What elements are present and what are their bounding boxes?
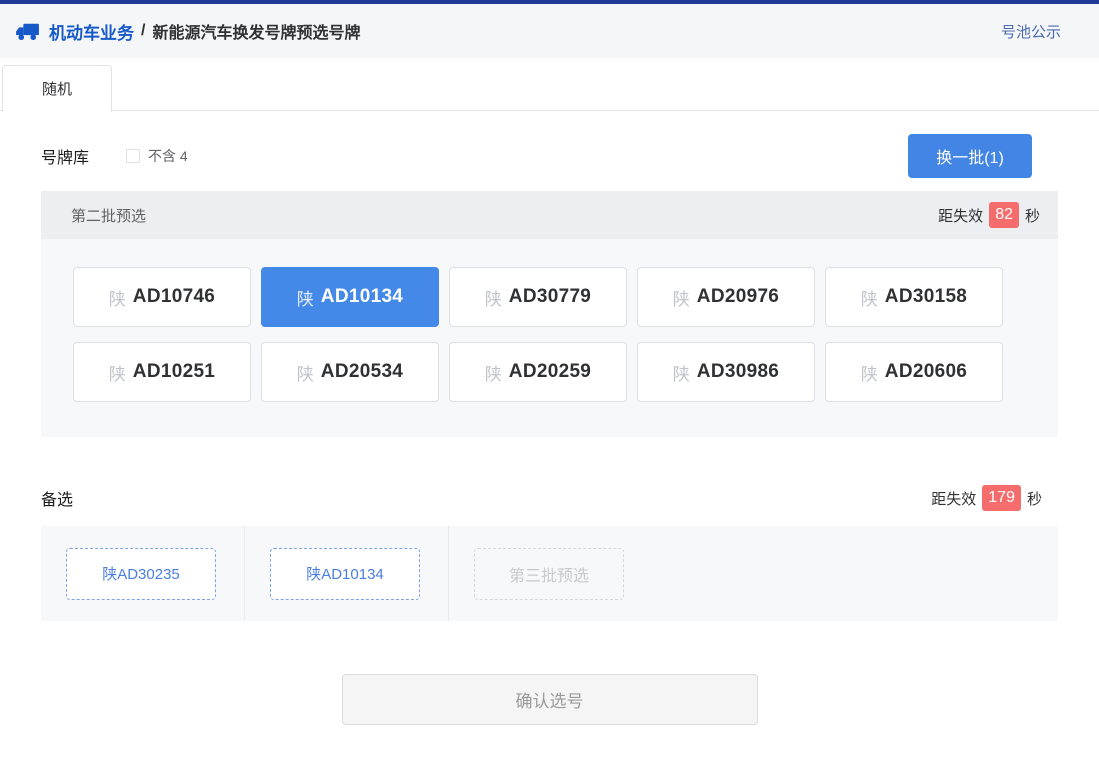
plate-province: 陕 — [860, 289, 878, 309]
plate-number: AD30158 — [884, 286, 968, 307]
expire-prefix: 距失效 — [931, 490, 977, 508]
exclude-4-label: 不含 4 — [148, 148, 188, 164]
plate-option[interactable]: 陕 AD20259 — [449, 342, 627, 402]
plate-number: AD10251 — [132, 361, 216, 382]
pool-title: 号牌库 — [41, 150, 90, 167]
page-title: 新能源汽车换发号牌预选号牌 — [152, 25, 361, 42]
tabs-bar: 随机 — [0, 58, 1099, 112]
plate-option[interactable]: 陕 AD20606 — [825, 342, 1003, 402]
pool-publicity-link[interactable]: 号池公示 — [1001, 21, 1061, 42]
backup-plate-option[interactable]: 陕AD30235 — [66, 547, 216, 600]
exclude-4-checkbox-group[interactable]: 不含 4 — [126, 146, 188, 166]
plate-option[interactable]: 陕 AD20534 — [261, 342, 439, 402]
plate-number: AD20606 — [884, 361, 968, 382]
batch-title: 第二批预选 — [71, 207, 147, 225]
plate-pool-panel: 第二批预选 距失效 82 秒 陕 AD10746 陕 AD10134 陕 AD30779 陕… — [41, 191, 1058, 437]
plate-province: 陕 — [108, 364, 126, 384]
plate-province: 陕 — [484, 364, 502, 384]
plate-number: AD30986 — [696, 361, 780, 382]
backup-panel: 陕AD30235 陕AD10134 第三批预选 — [41, 526, 1058, 621]
backup-expire-countdown: 距失效 179 秒 — [931, 485, 1042, 511]
plate-province: 陕 — [860, 364, 878, 384]
main-content: 号牌库 不含 4 换一批(1) 第二批预选 距失效 82 秒 陕 AD10746 陕… — [0, 134, 1099, 725]
breadcrumb-root[interactable]: 机动车业务 — [49, 19, 134, 44]
plate-option[interactable]: 陕 AD10251 — [73, 342, 251, 402]
expire-suffix: 秒 — [1024, 207, 1040, 225]
backup-slot-cell: 陕AD10134 — [245, 526, 449, 621]
plate-province: 陕 — [484, 289, 502, 309]
tabs-divider — [0, 110, 1099, 111]
plate-grid: 陕 AD10746 陕 AD10134 陕 AD30779 陕 AD20976 陕 AD30158… — [41, 239, 1058, 402]
change-batch-button[interactable]: 换一批(1) — [908, 134, 1032, 178]
plate-number: AD10134 — [320, 286, 404, 307]
plate-number: AD20976 — [696, 286, 780, 307]
confirm-row: 确认选号 — [41, 674, 1058, 725]
confirm-selection-button[interactable]: 确认选号 — [341, 674, 758, 725]
plate-number: AD30779 — [508, 286, 592, 307]
batch-header-bar: 第二批预选 距失效 82 秒 — [41, 191, 1058, 239]
expire-prefix: 距失效 — [938, 207, 984, 225]
plate-province: 陕 — [672, 364, 690, 384]
expire-suffix: 秒 — [1026, 490, 1042, 508]
plate-province: 陕 — [296, 364, 314, 384]
plate-number: AD10746 — [132, 286, 216, 307]
backup-title: 备选 — [41, 492, 74, 509]
plate-province: 陕 — [296, 289, 314, 309]
expire-seconds-badge: 179 — [982, 485, 1021, 511]
backup-plate-option[interactable]: 陕AD10134 — [270, 547, 420, 600]
plate-number: AD20259 — [508, 361, 592, 382]
plate-option[interactable]: 陕 AD30158 — [825, 267, 1003, 327]
backup-batch-placeholder: 第三批预选 — [474, 547, 624, 600]
breadcrumb-separator: / — [141, 22, 146, 39]
plate-option-selected[interactable]: 陕 AD10134 — [261, 267, 439, 327]
plate-option[interactable]: 陕 AD10746 — [73, 267, 251, 327]
pool-header-row: 号牌库 不含 4 换一批(1) — [41, 134, 1058, 178]
backup-slot-cell: 第三批预选 — [449, 526, 653, 621]
tab-random[interactable]: 随机 — [2, 65, 112, 112]
exclude-4-checkbox[interactable] — [126, 149, 141, 163]
plate-option[interactable]: 陕 AD20976 — [637, 267, 815, 327]
plate-province: 陕 — [672, 289, 690, 309]
plate-option[interactable]: 陕 AD30779 — [449, 267, 627, 327]
backup-slot-cell: 陕AD30235 — [41, 526, 245, 621]
truck-icon — [16, 23, 39, 40]
plate-number: AD20534 — [320, 361, 404, 382]
plate-province: 陕 — [108, 289, 126, 309]
pool-expire-countdown: 距失效 82 秒 — [938, 202, 1040, 228]
plate-option[interactable]: 陕 AD30986 — [637, 342, 815, 402]
expire-seconds-badge: 82 — [989, 202, 1019, 228]
backup-header-row: 备选 距失效 179 秒 — [41, 485, 1058, 511]
page-header: 机动车业务 / 新能源汽车换发号牌预选号牌 号池公示 — [0, 4, 1099, 58]
